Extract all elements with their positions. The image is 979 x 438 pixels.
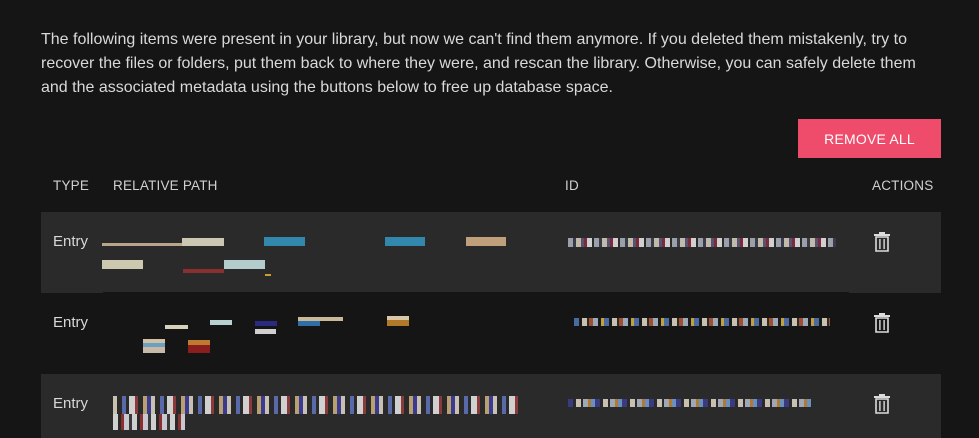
column-header-type: TYPE: [53, 178, 90, 193]
trash-icon[interactable]: [874, 232, 890, 252]
trash-icon[interactable]: [874, 313, 890, 333]
missing-items-description: The following items were present in your…: [41, 31, 916, 96]
table-row: Entry: [41, 212, 941, 293]
column-header-id: ID: [565, 178, 579, 193]
table-row: Entry: [41, 374, 941, 438]
table-row: Entry: [41, 293, 941, 374]
trash-icon[interactable]: [874, 394, 890, 414]
remove-all-button[interactable]: REMOVE ALL: [798, 119, 941, 158]
missing-items-page: The following items were present in your…: [0, 0, 979, 438]
row-type: Entry: [53, 395, 89, 412]
column-header-actions: ACTIONS: [872, 178, 934, 193]
column-header-relative-path: RELATIVE PATH: [113, 178, 218, 193]
row-type: Entry: [53, 233, 89, 250]
row-type: Entry: [53, 314, 89, 331]
